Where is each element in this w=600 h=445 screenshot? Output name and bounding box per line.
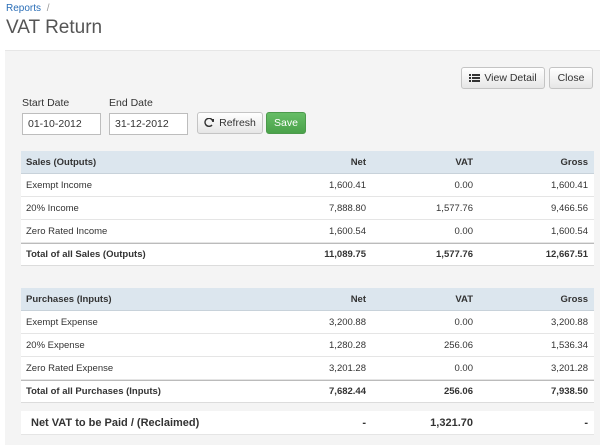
net-vat-gross: - [584,416,588,429]
net-vat-row: Net VAT to be Paid / (Reclaimed) - 1,321… [21,411,594,435]
start-date-input[interactable] [22,113,101,135]
gross-cell: 3,200.88 [551,316,588,328]
gross-header: Gross [560,293,588,305]
view-detail-label: View Detail [484,72,537,84]
net-cell: 1,600.54 [329,225,366,237]
table-row: Zero Rated Expense 3,201.28 0.00 3,201.2… [21,357,594,380]
row-label: 20% Income [26,202,79,214]
total-net: 11,089.75 [324,249,366,260]
breadcrumb-reports-link[interactable]: Reports [6,3,41,14]
refresh-icon [204,117,215,128]
vat-cell: 256.06 [443,339,473,351]
row-label: 20% Expense [26,339,85,351]
gross-cell: 9,466.56 [551,202,588,214]
purchases-header-row: Purchases (Inputs) Net VAT Gross [21,288,594,311]
row-label: Zero Rated Income [26,225,108,237]
total-gross: 7,938.50 [551,386,588,397]
vat-cell: 0.00 [454,225,474,237]
gross-cell: 3,201.28 [551,362,588,374]
breadcrumb-separator: / [46,3,50,14]
table-row: Exempt Income 1,600.41 0.00 1,600.41 [21,174,594,197]
total-net: 7,682.44 [329,386,366,397]
gross-cell: 1,600.54 [551,225,588,237]
breadcrumb: Reports / [6,3,50,14]
purchases-total-row: Total of all Purchases (Inputs) 7,682.44… [21,380,594,403]
end-date-label: End Date [109,97,153,109]
vat-header: VAT [455,156,473,168]
vat-cell: 0.00 [454,179,474,191]
net-vat-net: - [362,416,366,429]
total-vat: 256.06 [443,386,473,397]
gross-cell: 1,536.34 [551,339,588,351]
total-label: Total of all Purchases (Inputs) [26,386,161,397]
gross-header: Gross [560,156,588,168]
list-icon [469,73,481,83]
table-row: Zero Rated Income 1,600.54 0.00 1,600.54 [21,220,594,243]
net-cell: 7,888.80 [329,202,366,214]
sales-table: Sales (Outputs) Net VAT Gross Exempt Inc… [21,151,594,266]
net-vat-label: Net VAT to be Paid / (Reclaimed) [31,416,200,429]
vat-cell: 0.00 [454,362,474,374]
close-button[interactable]: Close [549,67,593,89]
page-title: VAT Return [6,17,103,38]
refresh-label: Refresh [219,117,256,129]
report-panel: View Detail Close Start Date End Date Re… [5,50,600,445]
view-detail-button[interactable]: View Detail [461,67,545,89]
net-vat-amount: 1,321.70 [430,416,473,429]
purchases-table: Purchases (Inputs) Net VAT Gross Exempt … [21,288,594,403]
vat-cell: 1,577.76 [436,202,473,214]
row-label: Exempt Expense [26,316,98,328]
save-button[interactable]: Save [266,112,306,134]
row-label: Exempt Income [26,179,92,191]
close-label: Close [557,72,585,84]
end-date-input[interactable] [109,113,188,135]
sales-header-label: Sales (Outputs) [26,156,97,168]
net-cell: 3,200.88 [329,316,366,328]
total-gross: 12,667.51 [545,249,588,260]
total-vat: 1,577.76 [436,249,473,260]
purchases-header-label: Purchases (Inputs) [26,293,112,305]
save-label: Save [274,117,298,129]
sales-total-row: Total of all Sales (Outputs) 11,089.75 1… [21,243,594,266]
net-header: Net [350,293,366,305]
table-row: Exempt Expense 3,200.88 0.00 3,200.88 [21,311,594,334]
net-cell: 1,600.41 [329,179,366,191]
net-cell: 1,280.28 [329,339,366,351]
refresh-button[interactable]: Refresh [197,112,263,134]
vat-cell: 0.00 [454,316,474,328]
gross-cell: 1,600.41 [551,179,588,191]
net-header: Net [350,156,366,168]
net-cell: 3,201.28 [329,362,366,374]
table-row: 20% Income 7,888.80 1,577.76 9,466.56 [21,197,594,220]
start-date-label: Start Date [22,97,70,109]
vat-header: VAT [455,293,473,305]
row-label: Zero Rated Expense [26,362,114,374]
total-label: Total of all Sales (Outputs) [26,249,146,260]
table-row: 20% Expense 1,280.28 256.06 1,536.34 [21,334,594,357]
sales-header-row: Sales (Outputs) Net VAT Gross [21,151,594,174]
